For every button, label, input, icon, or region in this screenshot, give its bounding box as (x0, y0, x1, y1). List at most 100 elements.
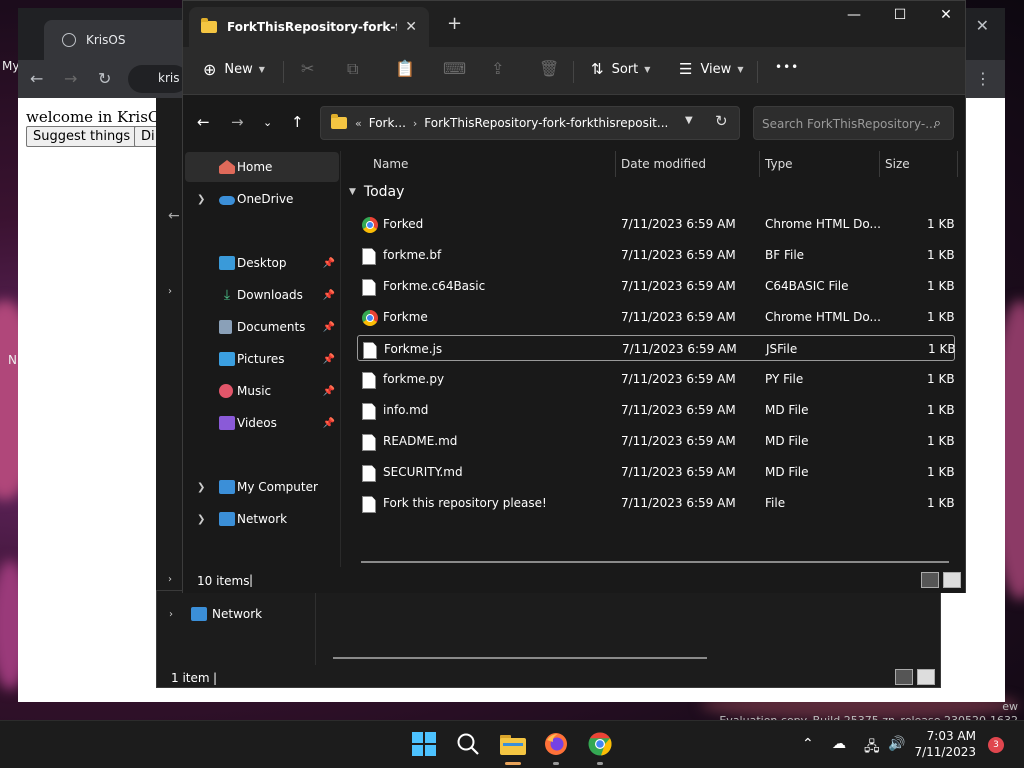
column-header-type[interactable]: Type (765, 151, 793, 177)
explorer-tab[interactable]: ForkThisRepository-fork-forkthisreposito… (189, 7, 429, 47)
file-explorer-window[interactable]: ForkThisRepository-fork-forkthisreposito… (182, 0, 966, 593)
cut-icon[interactable]: ✂ (301, 59, 314, 78)
pin-icon[interactable]: 📌 (323, 386, 335, 397)
column-resize-handle[interactable] (759, 151, 760, 177)
recent-locations-icon[interactable]: ⌄ (263, 116, 272, 129)
pin-icon[interactable]: 📌 (323, 322, 335, 333)
network-status-icon[interactable]: 🖧 (864, 736, 880, 760)
details-view-icon[interactable] (921, 572, 939, 588)
share-icon[interactable]: ⇪ (491, 59, 504, 78)
close-tab-icon[interactable]: ✕ (405, 19, 417, 35)
browser-tab[interactable]: KrisOS (44, 20, 204, 60)
nav-item-documents[interactable]: Documents 📌 (185, 312, 339, 342)
sort-button[interactable]: ⇅ Sort ▼ (591, 60, 650, 78)
nav-item-downloads[interactable]: ⤓ Downloads 📌 (185, 280, 339, 310)
start-button[interactable] (411, 731, 439, 759)
back-arrow-icon[interactable]: ← (197, 113, 210, 131)
forward-arrow-icon[interactable]: → (64, 69, 77, 88)
forward-arrow-icon[interactable]: → (231, 113, 244, 131)
breadcrumb-segment[interactable]: ForkThisRepository-fork-forkthisreposit.… (424, 116, 668, 130)
file-row[interactable]: forkme.bf 7/11/2023 6:59 AM BF File 1 KB (357, 242, 955, 268)
file-row[interactable]: Forkme 7/11/2023 6:59 AM Chrome HTML Do...… (357, 304, 955, 330)
column-header-name[interactable]: Name (373, 151, 408, 177)
pin-icon[interactable]: 📌 (323, 258, 335, 269)
more-vert-icon[interactable]: ⋮ (975, 69, 991, 88)
nav-item-network[interactable]: Network (212, 607, 262, 621)
address-dropdown-icon[interactable]: ▼ (685, 115, 693, 126)
column-resize-handle[interactable] (879, 151, 880, 177)
nav-item-videos[interactable]: Videos 📌 (185, 408, 339, 438)
file-row[interactable]: Forkme.js 7/11/2023 6:59 AM JSFile 1 KB (357, 335, 956, 361)
taskbar-firefox[interactable] (543, 731, 571, 759)
chevron-right-icon[interactable]: › (168, 574, 172, 585)
close-window-icon[interactable]: ✕ (923, 7, 969, 27)
group-header-today[interactable]: ▼ Today (349, 184, 404, 200)
explorer-titlebar[interactable]: ForkThisRepository-fork-forkthisreposito… (183, 1, 965, 47)
suggest-things-button[interactable]: Suggest things (26, 126, 138, 147)
nav-item-network[interactable]: ❯ Network (185, 504, 339, 534)
pin-icon[interactable]: 📌 (323, 290, 335, 301)
reload-icon[interactable]: ↻ (98, 69, 111, 88)
view-button[interactable]: ☰ View ▼ (679, 60, 743, 78)
paste-icon[interactable]: 📋 (395, 59, 415, 78)
up-arrow-icon[interactable]: ↑ (291, 113, 304, 131)
nav-item-desktop[interactable]: Desktop 📌 (185, 248, 339, 278)
volume-icon[interactable]: 🔊 (888, 736, 905, 752)
chevron-right-icon[interactable]: › (413, 117, 417, 130)
nav-item-home[interactable]: Home (185, 152, 339, 182)
chevron-right-icon[interactable]: ❯ (197, 514, 205, 525)
copy-icon[interactable]: ⧉ (347, 59, 358, 79)
file-row[interactable]: info.md 7/11/2023 6:59 AM MD File 1 KB (357, 397, 955, 423)
delete-icon[interactable]: 🗑 (539, 59, 559, 78)
column-header-date[interactable]: Date modified (621, 151, 706, 177)
chevron-right-icon[interactable]: › (169, 609, 173, 620)
refresh-icon[interactable]: ↻ (715, 112, 728, 130)
file-row[interactable]: README.md 7/11/2023 6:59 AM MD File 1 KB (357, 428, 955, 454)
column-header-size[interactable]: Size (885, 151, 910, 177)
cloud-sync-icon[interactable]: ☁ (832, 736, 846, 752)
file-row[interactable]: Forked 7/11/2023 6:59 AM Chrome HTML Do...… (357, 211, 955, 237)
taskbar-clock[interactable]: 7:03 AM 7/11/2023 (914, 728, 976, 760)
breadcrumb-segment[interactable]: Fork... (369, 116, 406, 130)
minimize-icon[interactable]: — (831, 7, 877, 27)
notification-badge[interactable]: 3 (988, 737, 1004, 753)
pin-icon[interactable]: 📌 (323, 354, 335, 365)
column-resize-handle[interactable] (957, 151, 958, 177)
horizontal-scrollbar[interactable] (333, 657, 707, 659)
chevron-right-icon[interactable]: ❯ (197, 194, 205, 205)
file-row[interactable]: SECURITY.md 7/11/2023 6:59 AM MD File 1 KB (357, 459, 955, 485)
details-view-icon[interactable] (895, 669, 913, 685)
file-date-modified: 7/11/2023 6:59 AM (621, 217, 736, 231)
new-tab-icon[interactable]: + (447, 13, 462, 34)
maximize-icon[interactable]: ☐ (877, 7, 923, 27)
tiles-view-icon[interactable] (943, 572, 961, 588)
back-arrow-icon[interactable]: ← (168, 208, 180, 224)
back-arrow-icon[interactable]: ← (30, 69, 43, 88)
overflow-chevron-icon[interactable]: « (355, 117, 362, 130)
file-row[interactable]: forkme.py 7/11/2023 6:59 AM PY File 1 KB (357, 366, 955, 392)
nav-item-onedrive[interactable]: ❯ OneDrive (185, 184, 339, 214)
nav-item-my-computer[interactable]: ❯ My Computer (185, 472, 339, 502)
nav-item-music[interactable]: Music 📌 (185, 376, 339, 406)
chevron-right-icon[interactable]: › (168, 286, 172, 297)
chevron-right-icon[interactable]: ❯ (197, 482, 205, 493)
search-input[interactable]: Search ForkThisRepository-... ⌕ (753, 106, 954, 140)
taskbar-file-explorer[interactable] (499, 731, 527, 759)
address-input[interactable]: kris (128, 65, 188, 93)
new-button[interactable]: ⊕ New ▼ (203, 60, 265, 79)
taskbar-chrome[interactable] (587, 731, 615, 759)
rename-icon[interactable]: ⌨ (443, 59, 466, 78)
tiles-view-icon[interactable] (917, 669, 935, 685)
show-hidden-icons-chevron-icon[interactable]: ⌃ (802, 736, 814, 752)
column-resize-handle[interactable] (615, 151, 616, 177)
background-explorer-window[interactable]: › Network 1 item | (156, 590, 941, 688)
address-breadcrumb[interactable]: « Fork... › ForkThisRepository-fork-fork… (320, 106, 740, 140)
horizontal-scrollbar[interactable] (361, 561, 949, 563)
search-button[interactable] (455, 731, 483, 759)
nav-item-pictures[interactable]: Pictures 📌 (185, 344, 339, 374)
file-row[interactable]: Forkme.c64Basic 7/11/2023 6:59 AM C64BASIC… (357, 273, 955, 299)
more-options-icon[interactable]: ••• (775, 60, 799, 74)
browser-close-icon[interactable]: ✕ (976, 16, 989, 35)
file-row[interactable]: Fork this repository please! 7/11/2023 6:… (357, 490, 955, 516)
pin-icon[interactable]: 📌 (323, 418, 335, 429)
